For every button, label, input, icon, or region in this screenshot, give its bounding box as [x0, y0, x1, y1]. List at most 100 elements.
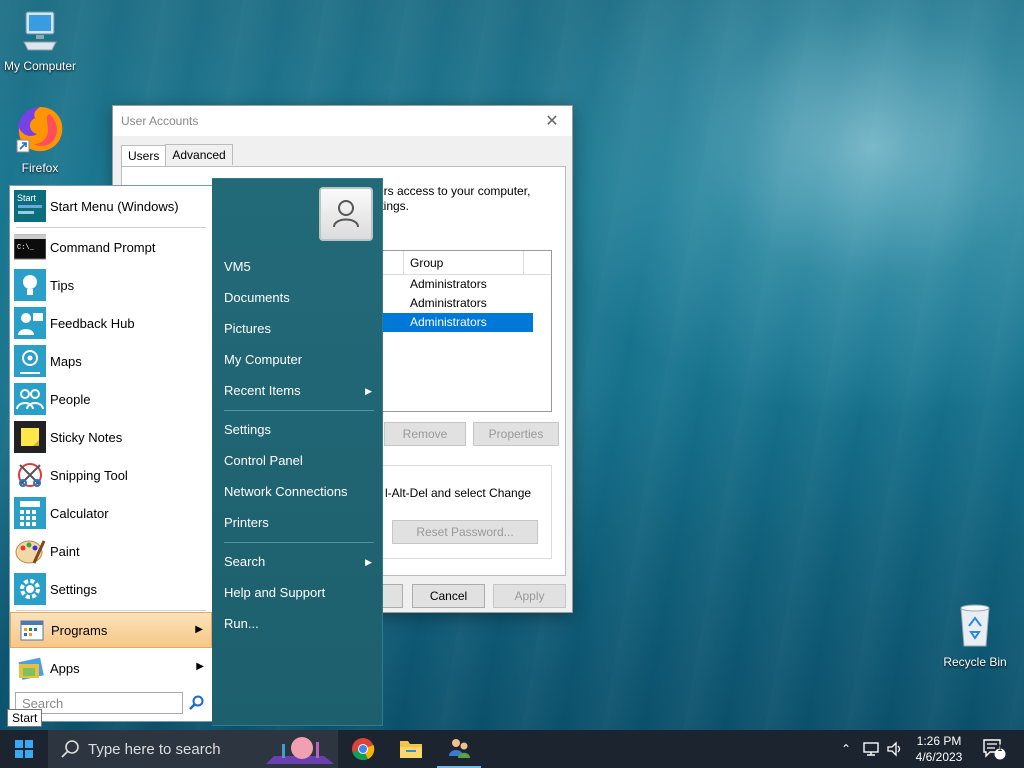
start-item-label: Start Menu (Windows) [50, 198, 179, 214]
start-link-pictures[interactable]: Pictures [224, 318, 372, 340]
windows-logo-icon [15, 740, 33, 758]
taskbar-chrome[interactable] [341, 730, 385, 768]
start-tooltip: Start [7, 709, 43, 727]
desktop-icon-my-computer[interactable]: My Computer [0, 8, 80, 73]
wallpaper [520, 0, 1024, 420]
computer-icon [0, 8, 80, 55]
cancel-button[interactable]: Cancel [412, 584, 485, 608]
start-link-recent-items[interactable]: Recent Items ▶ [224, 380, 372, 402]
start-item-settings[interactable]: Settings [10, 571, 212, 607]
list-header: Group [373, 251, 551, 275]
desktop-icon-firefox[interactable]: Firefox [0, 104, 80, 175]
start-item-tips[interactable]: Tips [10, 267, 212, 303]
search-label: Search [224, 554, 266, 569]
start-item-label: Command Prompt [50, 239, 156, 255]
tab-strip: Users Advanced [113, 136, 572, 166]
start-item-apps[interactable]: Apps ▶ [10, 650, 212, 686]
start-item-maps[interactable]: Maps [10, 343, 212, 379]
apps-icon [14, 652, 46, 684]
remove-button[interactable]: Remove [384, 422, 466, 446]
chevron-right-icon: ▶ [365, 386, 372, 396]
taskbar-search-box[interactable]: Type here to search [48, 730, 338, 768]
start-item-label: Calculator [50, 505, 109, 521]
start-menu-right-pane: VM5 Documents Pictures My Computer Recen… [212, 178, 383, 726]
paint-icon [14, 535, 46, 567]
start-link-search[interactable]: Search ▶ [224, 551, 372, 573]
programs-icon [15, 614, 47, 646]
desktop-icon-label: My Computer [3, 59, 77, 73]
volume-icon[interactable] [886, 741, 904, 757]
menu-divider [224, 542, 374, 543]
menu-divider [224, 410, 374, 411]
search-icon[interactable] [188, 694, 206, 712]
start-link-settings[interactable]: Settings [224, 419, 372, 441]
sticky-notes-icon [14, 421, 46, 453]
svg-text:Start: Start [17, 193, 37, 203]
column-header-group[interactable]: Group [404, 251, 524, 274]
properties-button[interactable]: Properties [473, 422, 559, 446]
search-highlight-icon [266, 737, 334, 764]
clock-date: 4/6/2023 [915, 750, 963, 764]
start-item-snipping-tool[interactable]: Snipping Tool [10, 457, 212, 493]
chevron-right-icon: ▶ [196, 661, 204, 672]
start-item-label: Feedback Hub [50, 315, 135, 331]
start-item-command-prompt[interactable]: C:\_ Command Prompt [10, 229, 212, 265]
taskbar: Type here to search ⌃ 1:26 PM 4/6/2023 1 [0, 730, 1024, 768]
user-avatar[interactable] [319, 187, 373, 241]
tab-advanced[interactable]: Advanced [165, 144, 233, 165]
start-item-label: Programs [51, 622, 108, 638]
reset-password-button[interactable]: Reset Password... [392, 520, 538, 544]
tab-users[interactable]: Users [121, 145, 167, 166]
notification-center[interactable]: 1 [982, 730, 1006, 768]
start-item-label: People [50, 391, 91, 407]
list-item[interactable]: Administrators [373, 275, 551, 294]
start-item-label: Maps [50, 353, 82, 369]
list-item-selected[interactable]: Administrators [373, 313, 533, 332]
close-icon[interactable]: ✕ [540, 111, 564, 131]
start-link-documents[interactable]: Documents [224, 287, 372, 309]
taskbar-user-accounts[interactable] [437, 730, 481, 768]
start-item-paint[interactable]: Paint [10, 533, 212, 569]
start-link-control-panel[interactable]: Control Panel [224, 450, 372, 472]
recycle-bin-icon [935, 602, 1015, 651]
start-link-user[interactable]: VM5 [224, 256, 372, 278]
taskbar-file-explorer[interactable] [389, 730, 433, 768]
recent-items-label: Recent Items [224, 383, 301, 398]
feedback-hub-icon [14, 307, 46, 339]
command-prompt-icon: C:\_ [13, 231, 47, 263]
start-link-printers[interactable]: Printers [224, 512, 372, 534]
start-item-programs[interactable]: Programs ▶ [10, 612, 212, 648]
maps-icon [14, 345, 46, 377]
start-link-network-connections[interactable]: Network Connections [224, 481, 372, 503]
taskbar-search-placeholder: Type here to search [88, 740, 221, 758]
taskbar-clock[interactable]: 1:26 PM 4/6/2023 [904, 733, 974, 765]
search-icon [61, 740, 79, 758]
chevron-up-icon[interactable]: ⌃ [838, 742, 854, 756]
network-icon[interactable] [862, 741, 880, 757]
list-item[interactable]: Administrators [373, 294, 551, 313]
start-item-sticky-notes[interactable]: Sticky Notes [10, 419, 212, 455]
apply-button[interactable]: Apply [493, 584, 566, 608]
password-instructions: l-Alt-Del and select Change [385, 486, 532, 500]
start-link-help-and-support[interactable]: Help and Support [224, 582, 372, 604]
desktop-icon-recycle-bin[interactable]: Recycle Bin [935, 602, 1015, 669]
title-bar: User Accounts ✕ [113, 106, 572, 136]
start-item-label: Settings [50, 581, 97, 597]
tips-icon [14, 269, 46, 301]
start-item-people[interactable]: People [10, 381, 212, 417]
start-item-label: Apps [50, 660, 80, 676]
start-item-label: Snipping Tool [50, 467, 128, 483]
users-description: ers access to your computer, ttings. [377, 184, 530, 214]
clock-time: 1:26 PM [916, 734, 962, 748]
desktop-icon-label: Firefox [21, 161, 59, 175]
start-link-run[interactable]: Run... [224, 613, 372, 635]
start-item-feedback-hub[interactable]: Feedback Hub [10, 305, 212, 341]
menu-divider [16, 610, 206, 611]
start-item-start-menu[interactable]: Start Start Menu (Windows) [10, 188, 212, 224]
start-link-my-computer[interactable]: My Computer [224, 349, 372, 371]
start-item-calculator[interactable]: Calculator [10, 495, 212, 531]
start-button[interactable] [0, 730, 48, 768]
users-list[interactable]: Group Administrators Administrators Admi… [372, 250, 552, 412]
start-menu-icon: Start [14, 190, 46, 222]
chrome-icon [352, 738, 375, 761]
